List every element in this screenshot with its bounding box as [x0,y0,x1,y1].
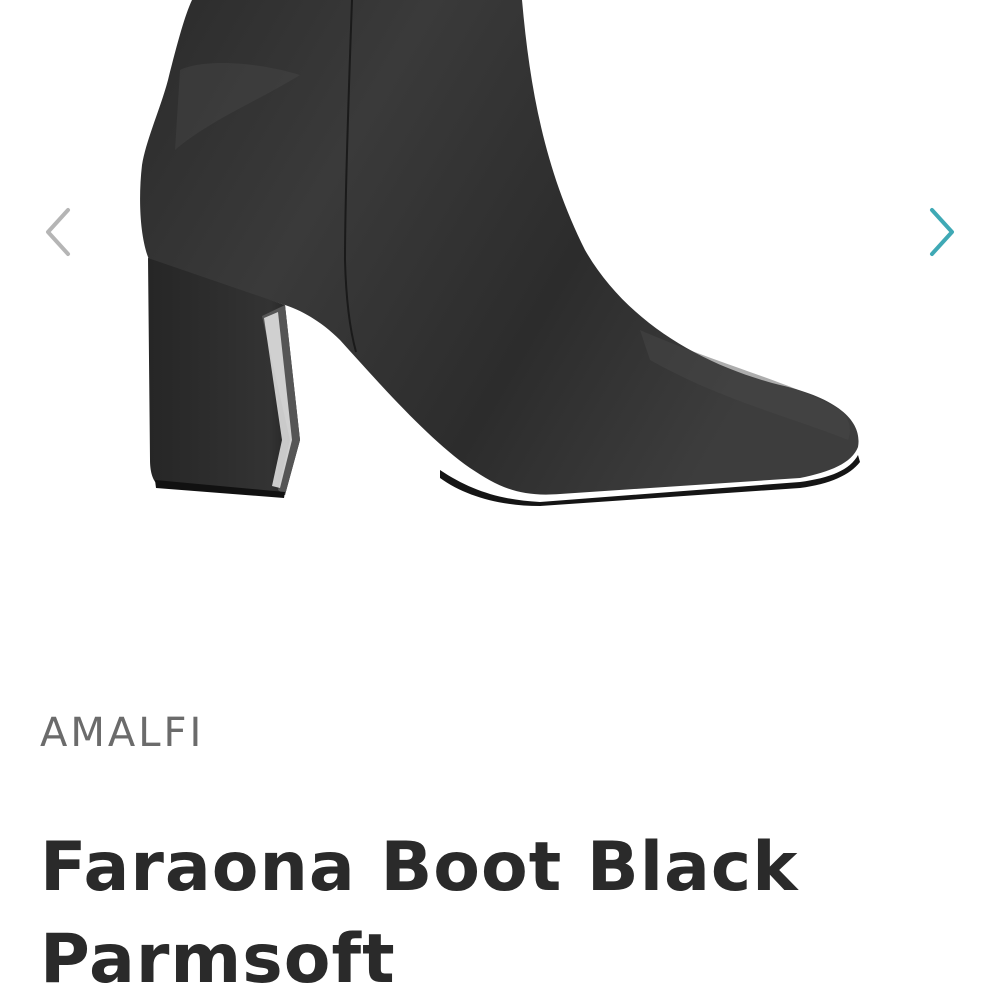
product-image-gallery[interactable] [0,0,1000,640]
brand-name[interactable]: AMALFI [40,708,204,758]
product-title: Faraona Boot Black Parmsoft [40,828,799,999]
previous-image-button[interactable] [28,196,88,268]
product-page: AMALFI Faraona Boot Black Parmsoft [0,0,1000,1000]
next-image-button[interactable] [912,196,972,268]
chevron-right-icon [930,208,954,256]
chevron-left-icon [46,208,70,256]
product-image [140,0,860,506]
